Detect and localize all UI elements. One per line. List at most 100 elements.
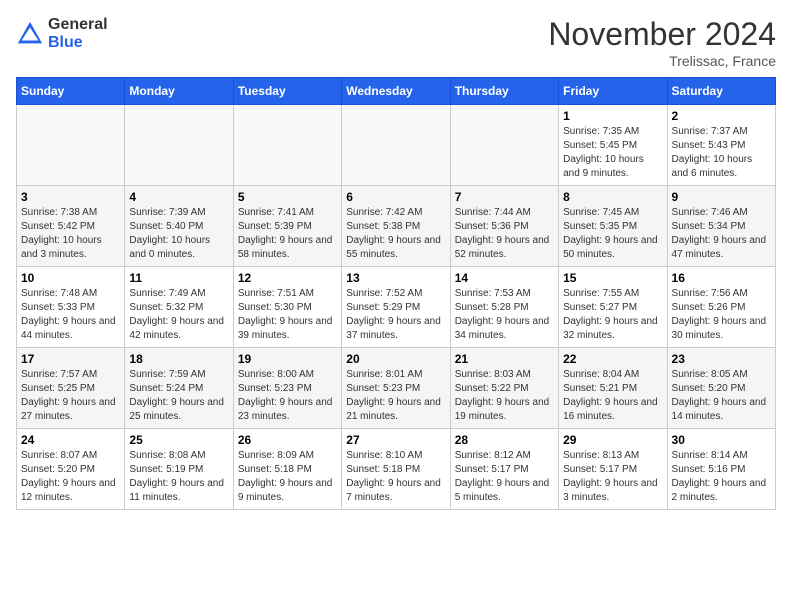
- calendar-week-3: 10 Sunrise: 7:48 AM Sunset: 5:33 PM Dayl…: [17, 267, 776, 348]
- day-info: Sunrise: 7:51 AM Sunset: 5:30 PM Dayligh…: [238, 287, 337, 343]
- calendar-cell: 12 Sunrise: 7:51 AM Sunset: 5:30 PM Dayl…: [233, 267, 341, 348]
- day-info: Sunrise: 7:55 AM Sunset: 5:27 PM Dayligh…: [563, 287, 662, 343]
- calendar-week-4: 17 Sunrise: 7:57 AM Sunset: 5:25 PM Dayl…: [17, 348, 776, 429]
- calendar-week-2: 3 Sunrise: 7:38 AM Sunset: 5:42 PM Dayli…: [17, 186, 776, 267]
- weekday-header-monday: Monday: [125, 78, 233, 105]
- day-number: 21: [455, 352, 554, 366]
- logo: General Blue: [16, 16, 108, 51]
- day-number: 3: [21, 190, 120, 204]
- day-number: 25: [129, 433, 228, 447]
- day-info: Sunrise: 8:13 AM Sunset: 5:17 PM Dayligh…: [563, 449, 662, 505]
- calendar-cell: 26 Sunrise: 8:09 AM Sunset: 5:18 PM Dayl…: [233, 429, 341, 510]
- weekday-header-row: SundayMondayTuesdayWednesdayThursdayFrid…: [17, 78, 776, 105]
- calendar-cell: 1 Sunrise: 7:35 AM Sunset: 5:45 PM Dayli…: [559, 105, 667, 186]
- day-info: Sunrise: 8:05 AM Sunset: 5:20 PM Dayligh…: [672, 368, 771, 424]
- day-info: Sunrise: 8:10 AM Sunset: 5:18 PM Dayligh…: [346, 449, 445, 505]
- calendar-cell: 14 Sunrise: 7:53 AM Sunset: 5:28 PM Dayl…: [450, 267, 558, 348]
- calendar-cell: 20 Sunrise: 8:01 AM Sunset: 5:23 PM Dayl…: [342, 348, 450, 429]
- location: Trelissac, France: [548, 53, 776, 69]
- day-number: 17: [21, 352, 120, 366]
- day-info: Sunrise: 7:37 AM Sunset: 5:43 PM Dayligh…: [672, 125, 771, 181]
- calendar-cell: [17, 105, 125, 186]
- day-number: 19: [238, 352, 337, 366]
- calendar-cell: 28 Sunrise: 8:12 AM Sunset: 5:17 PM Dayl…: [450, 429, 558, 510]
- day-number: 7: [455, 190, 554, 204]
- calendar-cell: 30 Sunrise: 8:14 AM Sunset: 5:16 PM Dayl…: [667, 429, 775, 510]
- title-block: November 2024 Trelissac, France: [548, 16, 776, 69]
- day-info: Sunrise: 7:46 AM Sunset: 5:34 PM Dayligh…: [672, 206, 771, 262]
- day-info: Sunrise: 7:48 AM Sunset: 5:33 PM Dayligh…: [21, 287, 120, 343]
- calendar-cell: 23 Sunrise: 8:05 AM Sunset: 5:20 PM Dayl…: [667, 348, 775, 429]
- day-number: 18: [129, 352, 228, 366]
- day-number: 15: [563, 271, 662, 285]
- day-info: Sunrise: 7:56 AM Sunset: 5:26 PM Dayligh…: [672, 287, 771, 343]
- day-info: Sunrise: 7:41 AM Sunset: 5:39 PM Dayligh…: [238, 206, 337, 262]
- calendar-week-5: 24 Sunrise: 8:07 AM Sunset: 5:20 PM Dayl…: [17, 429, 776, 510]
- weekday-header-wednesday: Wednesday: [342, 78, 450, 105]
- weekday-header-thursday: Thursday: [450, 78, 558, 105]
- day-number: 26: [238, 433, 337, 447]
- day-info: Sunrise: 7:35 AM Sunset: 5:45 PM Dayligh…: [563, 125, 662, 181]
- day-info: Sunrise: 7:52 AM Sunset: 5:29 PM Dayligh…: [346, 287, 445, 343]
- calendar-cell: 18 Sunrise: 7:59 AM Sunset: 5:24 PM Dayl…: [125, 348, 233, 429]
- day-info: Sunrise: 8:00 AM Sunset: 5:23 PM Dayligh…: [238, 368, 337, 424]
- day-number: 28: [455, 433, 554, 447]
- calendar-cell: 4 Sunrise: 7:39 AM Sunset: 5:40 PM Dayli…: [125, 186, 233, 267]
- day-number: 20: [346, 352, 445, 366]
- calendar-table: SundayMondayTuesdayWednesdayThursdayFrid…: [16, 77, 776, 510]
- calendar-cell: [342, 105, 450, 186]
- calendar-cell: 11 Sunrise: 7:49 AM Sunset: 5:32 PM Dayl…: [125, 267, 233, 348]
- day-info: Sunrise: 8:01 AM Sunset: 5:23 PM Dayligh…: [346, 368, 445, 424]
- day-info: Sunrise: 7:45 AM Sunset: 5:35 PM Dayligh…: [563, 206, 662, 262]
- day-number: 12: [238, 271, 337, 285]
- day-number: 22: [563, 352, 662, 366]
- day-number: 1: [563, 109, 662, 123]
- page-header: General Blue November 2024 Trelissac, Fr…: [16, 16, 776, 69]
- calendar-cell: 22 Sunrise: 8:04 AM Sunset: 5:21 PM Dayl…: [559, 348, 667, 429]
- weekday-header-tuesday: Tuesday: [233, 78, 341, 105]
- weekday-header-friday: Friday: [559, 78, 667, 105]
- day-info: Sunrise: 7:59 AM Sunset: 5:24 PM Dayligh…: [129, 368, 228, 424]
- calendar-cell: [450, 105, 558, 186]
- day-number: 2: [672, 109, 771, 123]
- calendar-cell: 29 Sunrise: 8:13 AM Sunset: 5:17 PM Dayl…: [559, 429, 667, 510]
- calendar-cell: 21 Sunrise: 8:03 AM Sunset: 5:22 PM Dayl…: [450, 348, 558, 429]
- day-number: 11: [129, 271, 228, 285]
- calendar-cell: 13 Sunrise: 7:52 AM Sunset: 5:29 PM Dayl…: [342, 267, 450, 348]
- logo-general: General: [48, 16, 108, 34]
- calendar-cell: 25 Sunrise: 8:08 AM Sunset: 5:19 PM Dayl…: [125, 429, 233, 510]
- calendar-cell: 2 Sunrise: 7:37 AM Sunset: 5:43 PM Dayli…: [667, 105, 775, 186]
- calendar-cell: 5 Sunrise: 7:41 AM Sunset: 5:39 PM Dayli…: [233, 186, 341, 267]
- calendar-cell: 27 Sunrise: 8:10 AM Sunset: 5:18 PM Dayl…: [342, 429, 450, 510]
- calendar-cell: 8 Sunrise: 7:45 AM Sunset: 5:35 PM Dayli…: [559, 186, 667, 267]
- day-number: 24: [21, 433, 120, 447]
- day-info: Sunrise: 7:38 AM Sunset: 5:42 PM Dayligh…: [21, 206, 120, 262]
- day-info: Sunrise: 8:12 AM Sunset: 5:17 PM Dayligh…: [455, 449, 554, 505]
- day-info: Sunrise: 7:42 AM Sunset: 5:38 PM Dayligh…: [346, 206, 445, 262]
- day-number: 6: [346, 190, 445, 204]
- calendar-cell: [233, 105, 341, 186]
- day-info: Sunrise: 8:03 AM Sunset: 5:22 PM Dayligh…: [455, 368, 554, 424]
- calendar-cell: 6 Sunrise: 7:42 AM Sunset: 5:38 PM Dayli…: [342, 186, 450, 267]
- month-title: November 2024: [548, 16, 776, 53]
- calendar-cell: 24 Sunrise: 8:07 AM Sunset: 5:20 PM Dayl…: [17, 429, 125, 510]
- weekday-header-saturday: Saturday: [667, 78, 775, 105]
- weekday-header-sunday: Sunday: [17, 78, 125, 105]
- calendar-week-1: 1 Sunrise: 7:35 AM Sunset: 5:45 PM Dayli…: [17, 105, 776, 186]
- day-number: 29: [563, 433, 662, 447]
- calendar-cell: [125, 105, 233, 186]
- day-number: 30: [672, 433, 771, 447]
- day-info: Sunrise: 8:04 AM Sunset: 5:21 PM Dayligh…: [563, 368, 662, 424]
- day-number: 9: [672, 190, 771, 204]
- logo-blue: Blue: [48, 34, 108, 52]
- day-number: 27: [346, 433, 445, 447]
- calendar-cell: 19 Sunrise: 8:00 AM Sunset: 5:23 PM Dayl…: [233, 348, 341, 429]
- day-number: 16: [672, 271, 771, 285]
- day-info: Sunrise: 8:14 AM Sunset: 5:16 PM Dayligh…: [672, 449, 771, 505]
- day-number: 4: [129, 190, 228, 204]
- calendar-cell: 7 Sunrise: 7:44 AM Sunset: 5:36 PM Dayli…: [450, 186, 558, 267]
- day-info: Sunrise: 7:44 AM Sunset: 5:36 PM Dayligh…: [455, 206, 554, 262]
- day-info: Sunrise: 8:07 AM Sunset: 5:20 PM Dayligh…: [21, 449, 120, 505]
- day-info: Sunrise: 7:57 AM Sunset: 5:25 PM Dayligh…: [21, 368, 120, 424]
- calendar-cell: 16 Sunrise: 7:56 AM Sunset: 5:26 PM Dayl…: [667, 267, 775, 348]
